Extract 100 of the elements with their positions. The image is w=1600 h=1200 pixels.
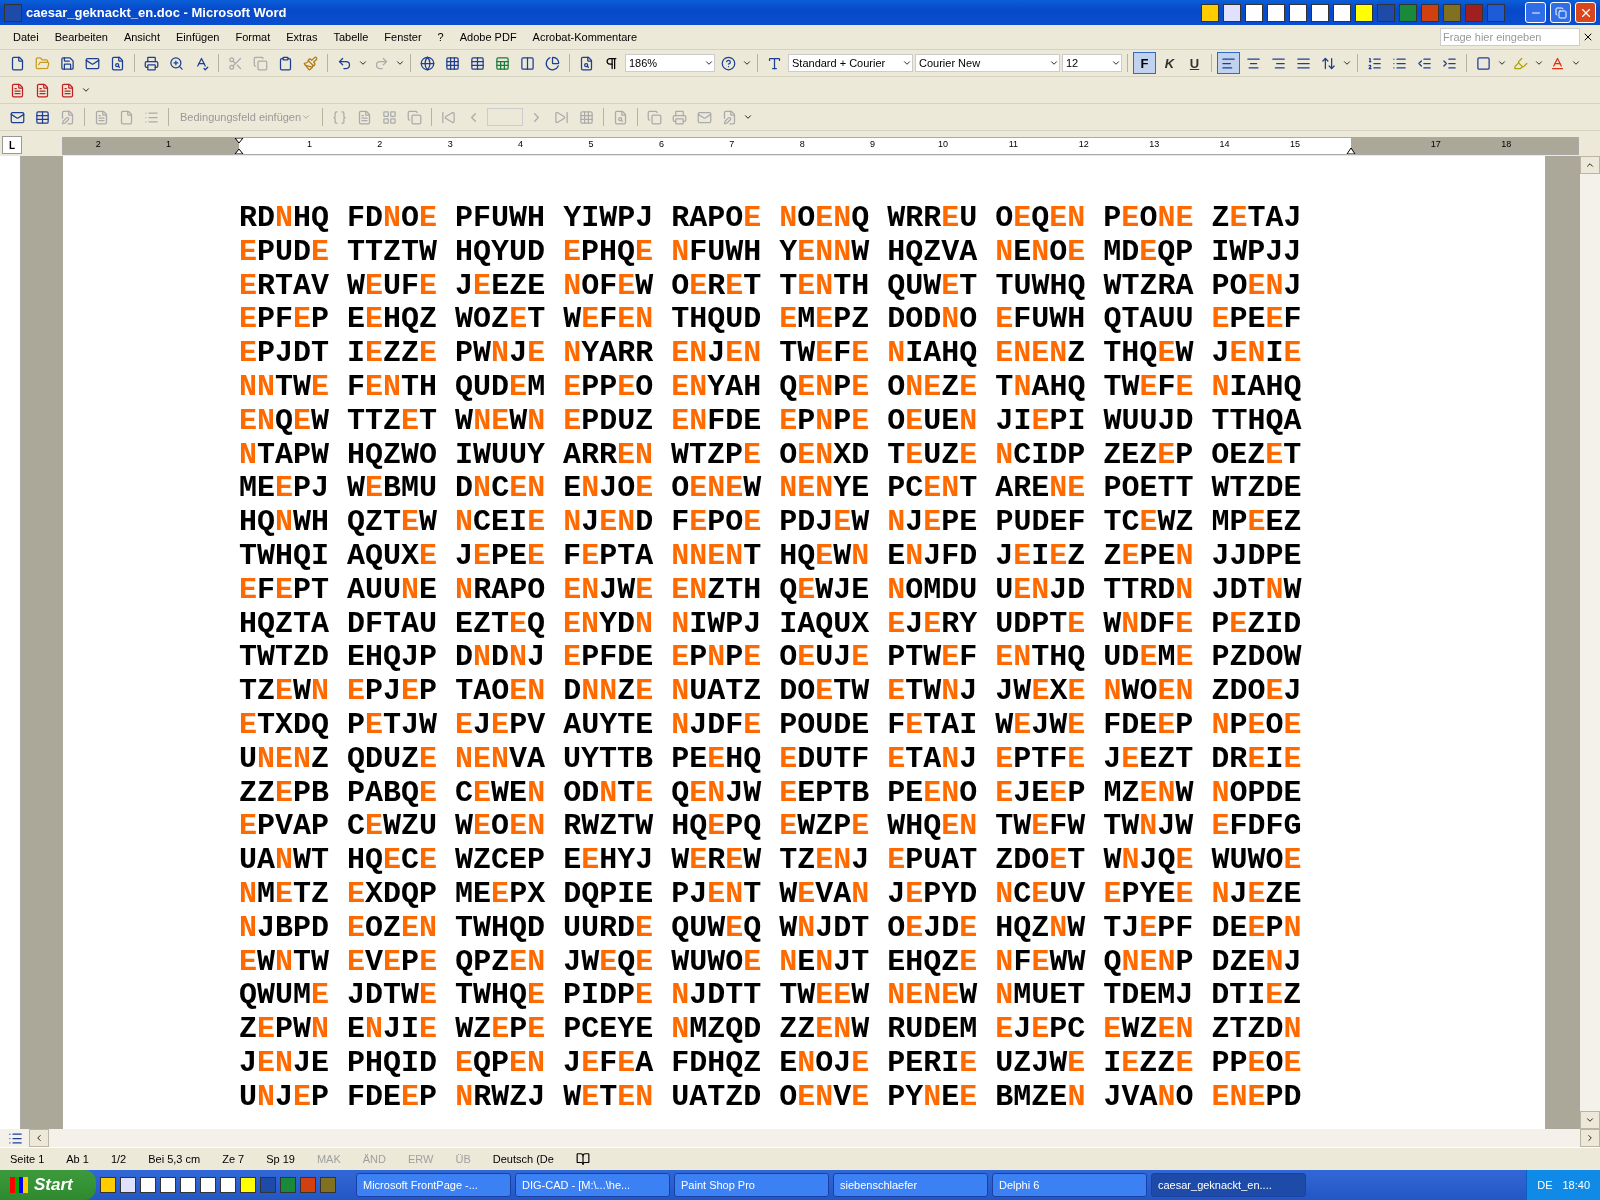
ruler-number: 3 xyxy=(447,139,453,149)
shortcut-bar-icon[interactable] xyxy=(1223,3,1241,22)
close-button[interactable] xyxy=(1575,2,1596,23)
record-number-field[interactable] xyxy=(487,108,524,126)
font-dropdown[interactable]: Courier New xyxy=(915,54,1060,72)
cipher-group: EPNPE xyxy=(779,404,870,439)
menu-item[interactable]: Fenster xyxy=(377,29,429,45)
taskbar-button[interactable]: Microsoft FrontPage -... xyxy=(356,1173,511,1197)
tab-stop-selector[interactable]: L xyxy=(2,136,22,154)
cipher-group: QNENP xyxy=(1103,945,1194,980)
cipher-group: EEHYJ xyxy=(563,844,654,878)
quick-launch-icon[interactable] xyxy=(100,1177,116,1193)
cipher-group: TWHQE xyxy=(455,979,546,1014)
cipher-group: WHQEN xyxy=(887,810,978,845)
menu-item[interactable]: Einfügen xyxy=(169,29,227,45)
taskbar-button[interactable]: DIG-CAD - [M:\...\he... xyxy=(515,1173,670,1197)
shortcut-bar-icon[interactable] xyxy=(1333,3,1351,22)
cipher-group: EHQZE xyxy=(887,945,978,980)
cipher-group: QZTEW xyxy=(347,506,438,540)
quick-launch-icon[interactable] xyxy=(240,1177,256,1193)
shortcut-bar-icon[interactable] xyxy=(1267,3,1285,22)
shortcut-bar-icon[interactable] xyxy=(1311,3,1329,22)
cipher-group: FEPOE xyxy=(671,506,762,540)
quick-launch-icon[interactable] xyxy=(120,1177,136,1193)
cipher-group: ODNTE xyxy=(563,776,654,811)
start-button[interactable]: Start xyxy=(0,1170,96,1200)
cipher-group: UATZD xyxy=(671,1080,762,1115)
cipher-group: WZEPE xyxy=(455,1013,546,1047)
cipher-group: BMZEN xyxy=(995,1080,1086,1115)
zoom-dropdown[interactable]: 186% xyxy=(625,54,715,72)
underline-button[interactable]: U xyxy=(1183,52,1206,74)
taskbar-button[interactable]: caesar_geknackt_en.... xyxy=(1151,1173,1306,1197)
cipher-group: OEUEN xyxy=(887,404,978,439)
cipher-group: EPDUZ xyxy=(563,404,654,439)
shortcut-bar-icon[interactable] xyxy=(1245,3,1263,22)
cipher-group: OENVE xyxy=(779,1080,870,1115)
book-icon[interactable] xyxy=(575,1152,590,1166)
cipher-group: RDNHQ xyxy=(239,202,330,236)
align-left-icon[interactable] xyxy=(1217,52,1240,74)
quick-launch-icon[interactable] xyxy=(140,1177,156,1193)
style-dropdown[interactable]: Standard + Courier xyxy=(788,54,913,72)
font-size-dropdown[interactable]: 12 xyxy=(1062,54,1122,72)
shortcut-bar-icon[interactable] xyxy=(1201,3,1219,22)
italic-button[interactable]: K xyxy=(1158,52,1181,74)
cipher-group: IWUUY xyxy=(455,438,546,473)
cipher-group: OENXD xyxy=(779,438,870,473)
language-indicator[interactable]: DE xyxy=(1537,1179,1553,1191)
quick-launch-icon[interactable] xyxy=(200,1177,216,1193)
cipher-group: HQECE xyxy=(347,844,438,878)
cipher-group: ENJOE xyxy=(563,472,654,507)
quick-launch-icon[interactable] xyxy=(180,1177,196,1193)
menu-item[interactable]: Ansicht xyxy=(116,29,167,45)
cipher-group: HQEPQ xyxy=(671,810,762,845)
cipher-group: PIDPE xyxy=(563,979,654,1014)
menu-item[interactable]: Format xyxy=(228,29,278,45)
cipher-group: ONEZE xyxy=(887,371,978,405)
taskbar-button[interactable]: Delphi 6 xyxy=(992,1173,1147,1197)
cipher-group: FDEEP xyxy=(347,1080,438,1115)
cipher-group: WNEWN xyxy=(455,404,546,439)
cipher-group: UNJEP xyxy=(239,1080,330,1115)
cipher-group: JENIE xyxy=(1211,337,1302,371)
quick-launch-icon[interactable] xyxy=(160,1177,176,1193)
cipher-group: EPNPE xyxy=(671,641,762,676)
cipher-group: MZENW xyxy=(1103,776,1194,811)
help-search-field[interactable]: Frage hier eingeben xyxy=(1440,28,1580,46)
cipher-group: PEZID xyxy=(1211,607,1302,642)
menu-item[interactable]: Bearbeiten xyxy=(47,29,115,45)
indent-marker[interactable] xyxy=(234,138,244,154)
cipher-group: UURDE xyxy=(563,911,654,946)
menu-item[interactable]: Acrobat-Kommentare xyxy=(525,29,645,45)
cipher-group: DREIE xyxy=(1211,742,1302,777)
restore-button[interactable] xyxy=(1550,2,1571,23)
cipher-group: TDEMJ xyxy=(1103,979,1194,1014)
bold-button[interactable]: F xyxy=(1133,52,1156,74)
menu-item[interactable]: Extras xyxy=(279,29,325,45)
taskbar-button[interactable]: siebenschlaefer xyxy=(833,1173,988,1197)
menu-item[interactable]: Tabelle xyxy=(326,29,376,45)
cipher-group: TWTZD xyxy=(239,641,329,676)
cipher-group: EJERY xyxy=(887,607,978,642)
cipher-group: EWZEN xyxy=(1103,1013,1194,1047)
cipher-group: EJEPV xyxy=(455,708,546,743)
close-icon[interactable] xyxy=(1582,31,1594,43)
cipher-group: ENQEW xyxy=(239,404,330,439)
quick-launch-icon[interactable] xyxy=(220,1177,236,1193)
cipher-group: NOFEW xyxy=(563,269,654,304)
shortcut-bar-icon[interactable] xyxy=(1289,3,1307,22)
menu-item[interactable]: Datei xyxy=(6,29,46,45)
cipher-group: NENOE xyxy=(995,235,1086,270)
minimize-button[interactable] xyxy=(1525,2,1546,23)
cipher-group: THQEW xyxy=(1103,337,1194,371)
taskbar-button[interactable]: Paint Shop Pro xyxy=(674,1173,829,1197)
cipher-group: ARENE xyxy=(995,472,1086,507)
shortcut-bar-icon[interactable] xyxy=(1355,3,1373,22)
menu-item[interactable]: ? xyxy=(430,29,451,45)
cipher-group: POETT xyxy=(1103,472,1194,507)
cipher-group: WEOEN xyxy=(455,810,546,845)
menu-item[interactable]: Adobe PDF xyxy=(452,29,524,45)
clock: 18:40 xyxy=(1562,1179,1590,1191)
cipher-group: WUWOE xyxy=(671,945,762,980)
cipher-group: HQEWN xyxy=(779,539,870,574)
